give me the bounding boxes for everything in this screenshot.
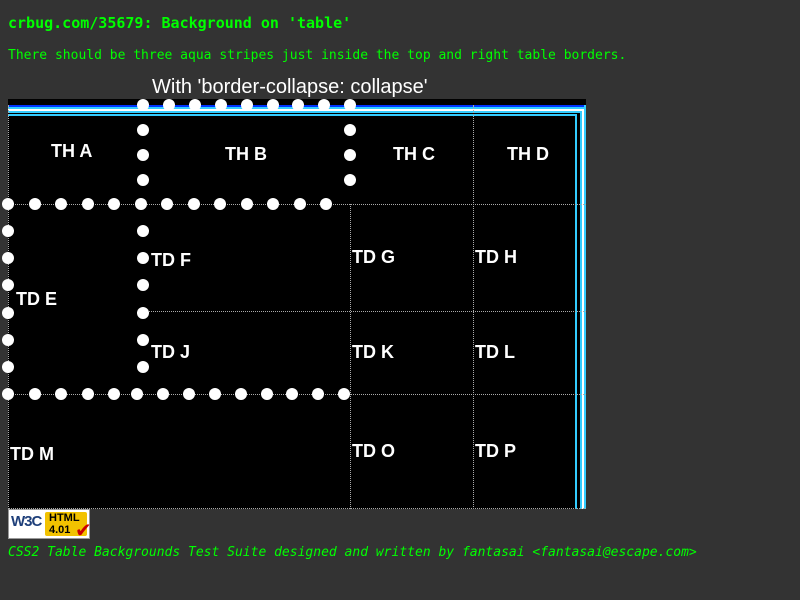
th-b-top-dot xyxy=(188,99,201,111)
top-stripe-3 xyxy=(8,114,576,116)
top-stripe-2 xyxy=(8,111,580,113)
td-j-bottom-dot xyxy=(260,388,273,400)
th-b-left-dot xyxy=(137,174,149,186)
td-j-bottom-dot xyxy=(208,388,221,400)
table-bottom-border xyxy=(8,508,586,509)
td-f-left-dot xyxy=(137,279,149,292)
th-b-top-dot xyxy=(162,99,175,111)
cell-td-h: TD H xyxy=(475,247,517,267)
cell-th-b: TH B xyxy=(225,144,267,164)
right-stripe-2 xyxy=(580,111,582,509)
cell-td-p: TD P xyxy=(475,441,517,461)
page-title: crbug.com/35679: Background on 'table' xyxy=(8,14,352,32)
td-e-left-dot xyxy=(2,252,14,265)
test-suite-credit: CSS2 Table Backgrounds Test Suite design… xyxy=(8,545,697,560)
w3c-html401-valid-icon[interactable]: W3C HTML 4.01 ✔ xyxy=(8,509,92,542)
td-e-left-dot xyxy=(2,361,14,373)
cell-td-k: TD K xyxy=(352,342,394,362)
th-b-top-dot xyxy=(137,99,149,111)
row-1-dot xyxy=(161,198,173,210)
col-border-1 xyxy=(350,204,351,509)
td-f-left-dot xyxy=(137,252,149,265)
test-instructions: There should be three aqua stripes just … xyxy=(8,48,627,63)
th-b-right-dot xyxy=(344,149,356,161)
th-b-top-dot xyxy=(240,99,253,111)
row-1-dot xyxy=(108,198,120,210)
td-e-left-dot xyxy=(2,333,14,346)
td-e-bottom-dot xyxy=(55,388,67,400)
cell-th-d: TH D xyxy=(507,144,549,164)
td-j-bottom-dot xyxy=(131,388,143,400)
cell-td-e: TD E xyxy=(16,289,58,309)
row-1-dot xyxy=(134,198,147,210)
table-caption: With 'border-collapse: collapse' xyxy=(152,76,428,98)
cell-td-f: TD F xyxy=(151,250,191,270)
row-1-dot xyxy=(2,198,14,210)
td-f-left-dot xyxy=(137,361,149,373)
cell-td-o: TD O xyxy=(352,441,395,461)
row-1-dot xyxy=(267,198,279,210)
row-1-dot xyxy=(214,198,226,210)
th-b-left-dot xyxy=(137,124,149,136)
cell-th-c: TH C xyxy=(393,144,435,164)
th-b-left-dot xyxy=(137,149,149,161)
cell-th-a: TH A xyxy=(51,141,93,161)
row-1-dot xyxy=(187,198,200,210)
td-f-left-dot xyxy=(137,225,149,237)
row-1-dot xyxy=(28,198,41,210)
right-stripe-gap-1 xyxy=(582,109,584,509)
cell-td-m: TD M xyxy=(10,444,54,464)
row-1-dot xyxy=(55,198,67,210)
th-b-right-dot xyxy=(344,174,356,186)
td-j-bottom-dot xyxy=(156,388,169,400)
td-e-bottom-dot xyxy=(81,388,94,400)
td-j-bottom-dot xyxy=(182,388,195,400)
td-j-bottom-dot xyxy=(312,388,325,400)
cell-td-j: TD J xyxy=(151,342,191,362)
td-j-bottom-dot xyxy=(286,388,299,400)
cell-td-g: TD G xyxy=(352,247,395,267)
right-stripe-1 xyxy=(584,105,586,509)
html-version: 4.01 xyxy=(49,524,71,536)
td-e-bottom-dot xyxy=(108,388,120,400)
td-e-bottom-dot xyxy=(2,388,14,400)
th-b-top-dot xyxy=(266,99,279,111)
test-table: TH A TH B TH C TH D TD E TD F TD G TD H … xyxy=(2,99,586,509)
row-1-dot xyxy=(240,198,253,210)
row-1-dot xyxy=(81,198,94,210)
td-j-bottom-dot xyxy=(338,388,351,400)
th-b-top-dot xyxy=(214,99,227,111)
w3c-logo-text: W3C xyxy=(11,513,42,530)
td-e-left-dot xyxy=(2,225,14,237)
th-b-right-dot xyxy=(344,124,356,136)
td-f-left-dot xyxy=(137,306,149,319)
td-j-bottom-dot xyxy=(234,388,247,400)
row-1-dot xyxy=(293,198,306,210)
row-1-dot xyxy=(320,198,332,210)
td-e-bottom-dot xyxy=(28,388,41,400)
td-e-left-dot xyxy=(2,306,14,319)
cell-td-l: TD L xyxy=(475,342,515,362)
checkmark-icon: ✔ xyxy=(75,520,92,542)
td-e-left-dot xyxy=(2,279,14,292)
row-border-2 xyxy=(142,311,586,312)
td-f-left-dot xyxy=(137,333,149,346)
col-border-2 xyxy=(473,105,474,509)
